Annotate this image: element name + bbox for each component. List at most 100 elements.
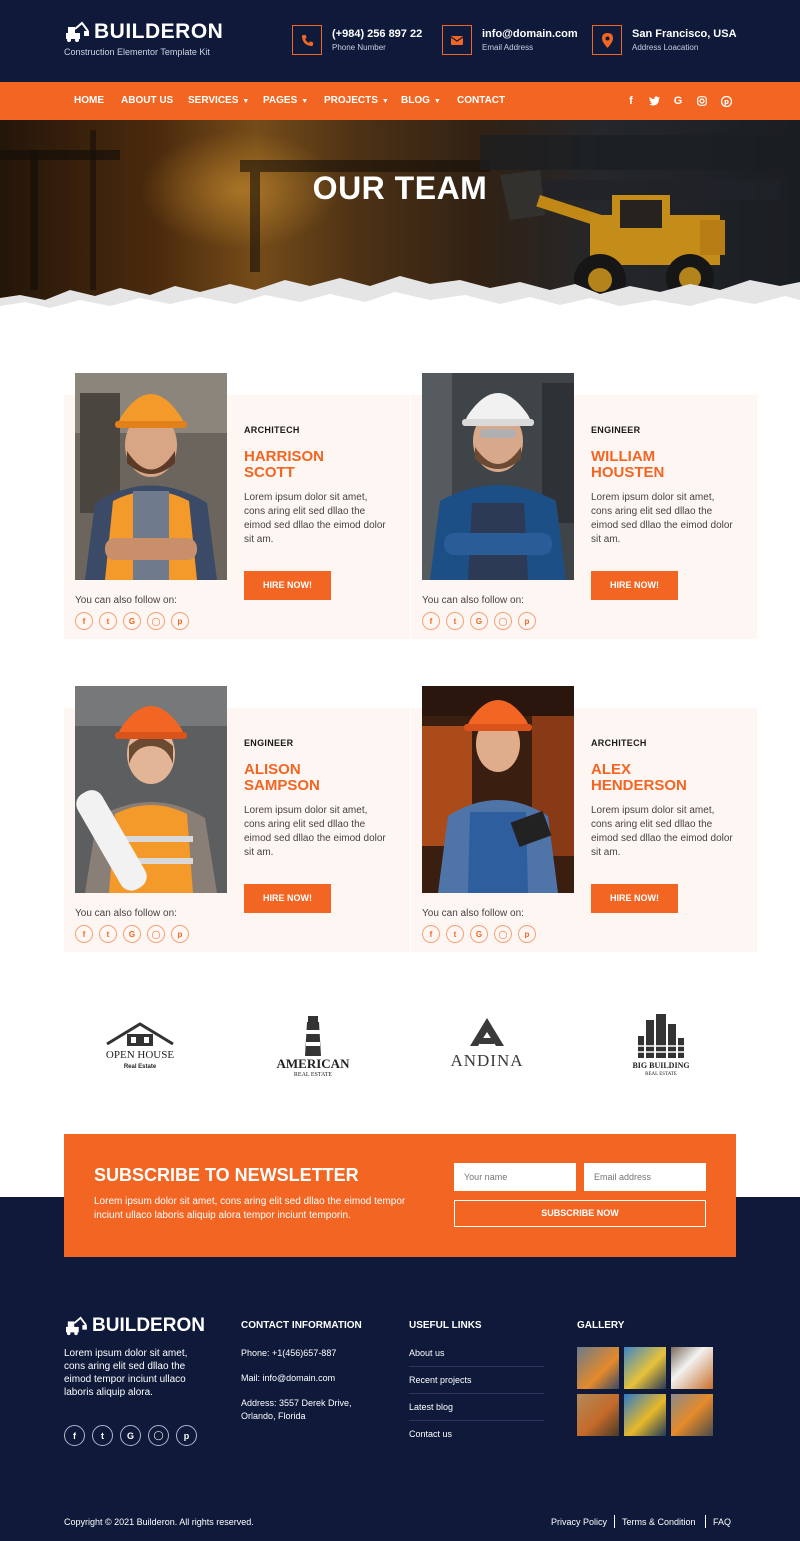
team-member-photo [75, 686, 227, 893]
privacy-policy-link[interactable]: Privacy Policy [551, 1517, 607, 1527]
team-name: HARRISON SCOTT [244, 448, 325, 481]
gallery-image[interactable] [624, 1394, 666, 1436]
copyright-text: Copyright © 2021 Builderon. All rights r… [64, 1517, 254, 1527]
google-icon[interactable]: G [470, 612, 488, 630]
team-social-links: f t G ◯ p [75, 925, 189, 943]
email-input[interactable] [584, 1163, 706, 1191]
header-address[interactable]: San Francisco, USA Address Loacation [592, 25, 737, 55]
instagram-icon[interactable]: ◯ [147, 612, 165, 630]
torn-paper-edge [0, 276, 800, 320]
twitter-icon[interactable]: t [446, 612, 464, 630]
nav-about-us[interactable]: ABOUT US [121, 82, 173, 120]
pinterest-icon[interactable]: p [719, 82, 733, 120]
excavator-logo-icon [66, 1316, 87, 1336]
google-icon[interactable]: G [123, 925, 141, 943]
pinterest-icon[interactable]: p [176, 1425, 197, 1446]
brand-logo-open-house[interactable]: OPEN HOUSE Real Estate [85, 1010, 195, 1080]
instagram-icon[interactable]: ◯ [494, 612, 512, 630]
team-member-photo [75, 373, 227, 580]
header-phone[interactable]: (+984) 256 897 22 Phone Number [292, 25, 422, 55]
facebook-icon[interactable]: f [624, 82, 638, 120]
svg-text:OPEN HOUSE: OPEN HOUSE [106, 1049, 174, 1061]
footer-about-text: Lorem ipsum dolor sit amet, cons aring e… [64, 1348, 188, 1398]
terms-link[interactable]: Terms & Condition [622, 1517, 696, 1527]
instagram-icon[interactable]: ◯ [494, 925, 512, 943]
faq-link[interactable]: FAQ [713, 1517, 731, 1527]
footer-phone: Phone: +1(456)657-887 [241, 1348, 337, 1358]
footer-link-contact[interactable]: Contact us [409, 1429, 544, 1447]
header-email[interactable]: info@domain.com Email Address [442, 25, 578, 55]
gallery-image[interactable] [577, 1394, 619, 1436]
footer-mail[interactable]: Mail: info@domain.com [241, 1372, 335, 1385]
team-card: ARCHITECH ALEX HENDERSON Lorem ipsum dolo… [411, 686, 757, 952]
facebook-icon[interactable]: f [75, 925, 93, 943]
pinterest-icon[interactable]: p [171, 612, 189, 630]
twitter-icon[interactable] [647, 82, 661, 120]
facebook-icon[interactable]: f [75, 612, 93, 630]
site-logo[interactable]: BUILDERON Construction Elementor Templat… [64, 20, 223, 57]
footer-link-about[interactable]: About us [409, 1348, 544, 1367]
chevron-down-icon: ▼ [242, 98, 250, 105]
nav-blog[interactable]: BLOG ▼ [401, 82, 441, 120]
brand-logo-american[interactable]: AMERICAN REAL ESTATE [258, 1010, 368, 1080]
svg-text:ANDINA: ANDINA [450, 1051, 523, 1070]
instagram-icon[interactable]: ◯ [148, 1425, 169, 1446]
facebook-icon[interactable]: f [64, 1425, 85, 1446]
brand-logo-andina[interactable]: ANDINA [432, 1010, 542, 1080]
brand-logo-big-building[interactable]: BIG BUILDING REAL ESTATE [606, 1010, 716, 1080]
subscribe-button[interactable]: SUBSCRIBE NOW [454, 1200, 706, 1227]
svg-text:REAL ESTATE: REAL ESTATE [645, 1072, 677, 1077]
contact-heading: CONTACT INFORMATION [241, 1320, 362, 1331]
team-role: ARCHITECH [591, 738, 647, 748]
footer-link-projects[interactable]: Recent projects [409, 1375, 544, 1394]
nav-contact[interactable]: CONTACT [457, 82, 505, 120]
hire-now-button[interactable]: HIRE NOW! [244, 884, 331, 913]
hire-now-button[interactable]: HIRE NOW! [244, 571, 331, 600]
svg-text:Real Estate: Real Estate [124, 1064, 157, 1070]
team-card: ARCHITECH HARRISON SCOTT Lorem ipsum dolo… [64, 373, 410, 639]
page-title: OUR TEAM [312, 170, 488, 206]
gallery-image[interactable] [624, 1347, 666, 1389]
facebook-icon[interactable]: f [422, 612, 440, 630]
pinterest-icon[interactable]: p [518, 925, 536, 943]
gallery-image[interactable] [577, 1347, 619, 1389]
svg-text:p: p [723, 98, 728, 106]
nav-services[interactable]: SERVICES ▼ [188, 82, 249, 120]
google-icon[interactable]: G [470, 925, 488, 943]
twitter-icon[interactable]: t [446, 925, 464, 943]
gallery-heading: GALLERY [577, 1320, 625, 1331]
google-icon[interactable]: G [671, 82, 685, 120]
footer-logo[interactable]: BUILDERON [64, 1315, 205, 1337]
team-name: ALEX HENDERSON [591, 761, 687, 794]
phone-icon [292, 25, 322, 55]
pinterest-icon[interactable]: p [518, 612, 536, 630]
phone-number: (+984) 256 897 22 [332, 28, 423, 40]
pinterest-icon[interactable]: p [171, 925, 189, 943]
brand-name: BUILDERON [94, 20, 224, 43]
chevron-down-icon: ▼ [301, 98, 309, 105]
nav-projects[interactable]: PROJECTS ▼ [324, 82, 389, 120]
facebook-icon[interactable]: f [422, 925, 440, 943]
twitter-icon[interactable]: t [99, 612, 117, 630]
hire-now-button[interactable]: HIRE NOW! [591, 884, 678, 913]
gallery-image[interactable] [671, 1347, 713, 1389]
brand-tagline: Construction Elementor Template Kit [64, 47, 210, 57]
gallery-image[interactable] [671, 1394, 713, 1436]
phone-label: Phone Number [332, 43, 386, 52]
team-name: WILLIAM HOUSTEN [591, 448, 665, 481]
team-member-photo [422, 686, 574, 893]
chevron-down-icon: ▼ [433, 98, 441, 105]
instagram-icon[interactable]: ◯ [147, 925, 165, 943]
google-icon[interactable]: G [120, 1425, 141, 1446]
footer-link-blog[interactable]: Latest blog [409, 1402, 544, 1421]
twitter-icon[interactable]: t [92, 1425, 113, 1446]
team-role: ENGINEER [591, 425, 641, 435]
svg-text:BIG BUILDING: BIG BUILDING [632, 1061, 689, 1070]
name-input[interactable] [454, 1163, 576, 1191]
nav-home[interactable]: HOME [74, 82, 104, 120]
instagram-icon[interactable] [695, 82, 709, 120]
twitter-icon[interactable]: t [99, 925, 117, 943]
hire-now-button[interactable]: HIRE NOW! [591, 571, 678, 600]
google-icon[interactable]: G [123, 612, 141, 630]
nav-pages[interactable]: PAGES ▼ [263, 82, 308, 120]
